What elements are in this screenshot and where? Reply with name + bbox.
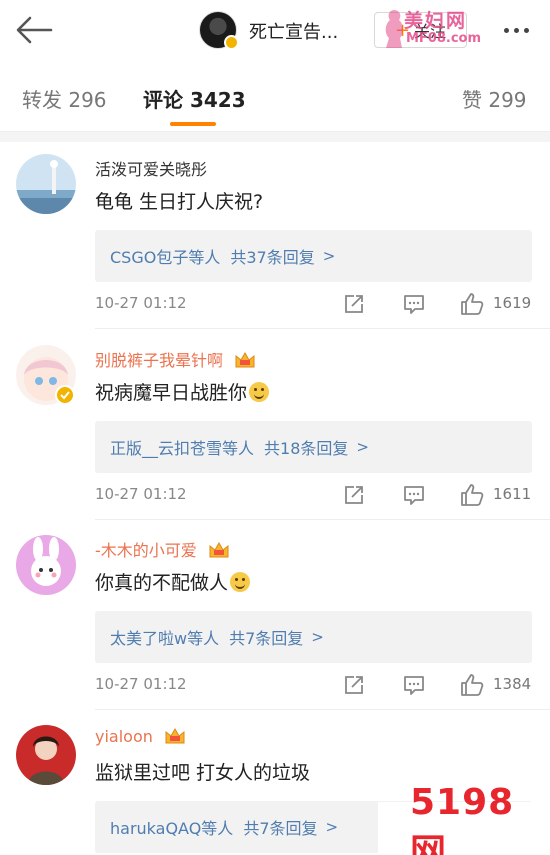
divider — [95, 328, 550, 329]
vip-crown-icon — [235, 351, 255, 368]
reply-icon[interactable] — [402, 483, 426, 507]
comment-item: 别脱裤子我晕针啊 祝病魔早日战胜你 正版__云扣苍雪等人 共18条回复 > 10… — [0, 333, 550, 521]
comment-text: 龟龟 生日打人庆祝? — [95, 191, 264, 213]
like-count: 1611 — [493, 485, 532, 503]
section-gap — [0, 132, 550, 142]
thumbs-up-icon[interactable] — [459, 291, 485, 317]
plus-icon: + — [394, 19, 411, 41]
reply-icon[interactable] — [402, 292, 426, 316]
comment-meta: 10-27 01:12 1619 — [95, 292, 535, 316]
replies-summary[interactable]: 正版__云扣苍雪等人 共18条回复 > — [95, 421, 532, 473]
chevron-right-icon: > — [311, 628, 324, 646]
comment-text-content: 祝病魔早日战胜你 — [95, 382, 248, 404]
more-dot-icon — [503, 27, 509, 33]
comment-author-name[interactable]: yialoon — [95, 727, 186, 746]
divider — [95, 709, 550, 710]
comment-item: -木木的小可爱 你真的不配做人 太美了啦w等人 共7条回复 > 10-27 01… — [0, 523, 550, 711]
tab-comments[interactable]: 评论 3423 — [143, 84, 246, 113]
more-dot-icon — [513, 27, 519, 33]
comment-text: 你真的不配做人 — [95, 568, 251, 595]
reply-count: 共37条回复 — [230, 248, 315, 267]
author-name-text: yialoon — [95, 727, 153, 746]
comment-item: 活泼可爱关晓彤 龟龟 生日打人庆祝? CSGO包子等人 共37条回复 > 10-… — [0, 142, 550, 330]
avatar-image — [16, 154, 76, 214]
author-name-text: 别脱裤子我晕针啊 — [95, 351, 224, 370]
divider — [95, 519, 550, 520]
top-bar: 死亡宣告... + 关注 美妇网 MF08.com — [0, 0, 550, 62]
reply-count: 共7条回复 — [229, 629, 304, 648]
chevron-right-icon: > — [356, 438, 369, 456]
tab-likes[interactable]: 赞 299 — [462, 84, 527, 113]
verified-badge-icon — [224, 35, 239, 50]
author-avatar[interactable] — [199, 11, 239, 50]
tab-reposts[interactable]: 转发 296 — [22, 84, 107, 113]
verified-badge-icon — [55, 385, 75, 405]
avatar-image — [16, 725, 76, 785]
vip-crown-icon — [209, 541, 229, 558]
smile-emoji-icon — [249, 382, 270, 402]
reply-count: 共18条回复 — [264, 439, 349, 458]
reply-users: harukaQAQ等人 — [110, 819, 234, 838]
chevron-right-icon: > — [325, 818, 339, 836]
comment-time: 10-27 01:12 — [95, 485, 187, 503]
repost-icon[interactable] — [342, 673, 366, 697]
comment-meta: 10-27 01:12 1611 — [95, 483, 535, 507]
comment-meta: 10-27 01:12 1384 — [95, 673, 535, 697]
like-count: 1384 — [493, 675, 532, 693]
smile-emoji-icon — [230, 572, 251, 592]
back-arrow-icon — [16, 16, 53, 44]
comment-text: 祝病魔早日战胜你 — [95, 378, 270, 405]
chevron-right-icon: > — [322, 247, 336, 265]
more-dot-icon — [523, 27, 529, 33]
replies-summary[interactable]: 太美了啦w等人 共7条回复 > — [95, 611, 532, 663]
tab-bar: 转发 296 评论 3423 赞 299 — [0, 62, 550, 132]
site-watermark: 5198网 — [378, 782, 550, 855]
author-title[interactable]: 死亡宣告... — [249, 18, 338, 44]
avatar[interactable] — [16, 535, 76, 595]
comment-author-name[interactable]: 别脱裤子我晕针啊 — [95, 347, 256, 371]
repost-icon[interactable] — [342, 292, 366, 316]
comment-time: 10-27 01:12 — [95, 294, 187, 312]
like-count: 1619 — [493, 294, 532, 312]
more-options-button[interactable] — [494, 16, 538, 44]
thumbs-up-icon[interactable] — [459, 672, 485, 698]
follow-label: 关注 — [414, 22, 447, 41]
reply-users: 太美了啦w等人 — [110, 629, 220, 648]
comment-author-name[interactable]: 活泼可爱关晓彤 — [95, 156, 207, 180]
reply-users: 正版__云扣苍雪等人 — [110, 439, 255, 458]
active-tab-indicator — [170, 122, 216, 126]
reply-icon[interactable] — [402, 673, 426, 697]
replies-summary[interactable]: CSGO包子等人 共37条回复 > — [95, 230, 532, 282]
comment-author-name[interactable]: -木木的小可爱 — [95, 537, 230, 561]
avatar[interactable] — [16, 725, 76, 785]
comment-text: 监狱里过吧 打女人的垃圾 — [95, 762, 311, 784]
thumbs-up-icon[interactable] — [459, 482, 485, 508]
vip-crown-icon — [165, 727, 185, 744]
repost-icon[interactable] — [342, 483, 366, 507]
comment-text-content: 你真的不配做人 — [95, 572, 229, 594]
author-name-text: -木木的小可爱 — [95, 541, 197, 560]
reply-users: CSGO包子等人 — [110, 248, 221, 267]
avatar[interactable] — [16, 154, 76, 214]
reply-count: 共7条回复 — [243, 819, 318, 838]
comment-time: 10-27 01:12 — [95, 675, 187, 693]
back-button[interactable] — [12, 12, 56, 48]
avatar-image — [16, 535, 76, 595]
follow-button[interactable]: + 关注 — [374, 12, 467, 48]
